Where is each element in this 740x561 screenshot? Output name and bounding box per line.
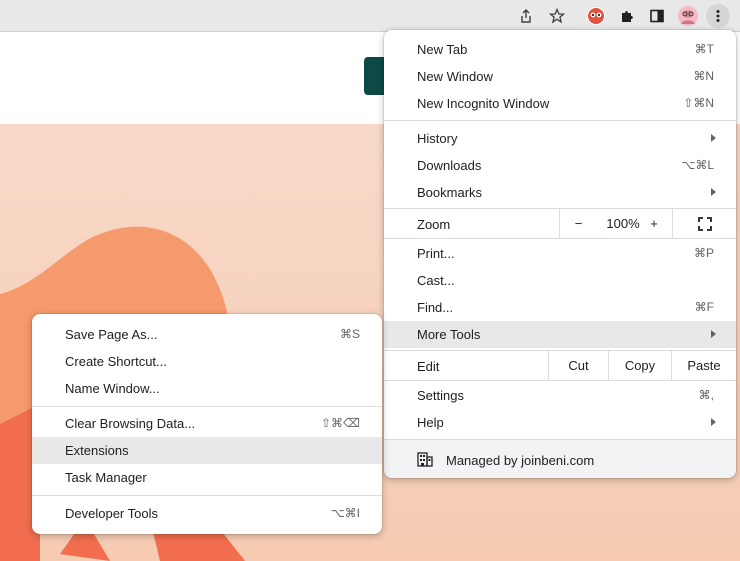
menu-item-bookmarks[interactable]: Bookmarks: [384, 179, 736, 206]
chrome-main-menu: New Tab ⌘T New Window ⌘N New Incognito W…: [384, 30, 736, 478]
submenu-arrow-icon: [711, 418, 716, 426]
menu-item-label: Clear Browsing Data...: [65, 416, 196, 431]
menu-item-label: Extensions: [65, 443, 129, 458]
menu-item-shortcut: ⇧⌘N: [683, 96, 714, 110]
menu-item-new-tab[interactable]: New Tab ⌘T: [384, 36, 736, 63]
zoom-out-button[interactable]: −: [559, 209, 597, 238]
menu-item-label: Print...: [417, 246, 455, 261]
menu-item-find[interactable]: Find... ⌘F: [384, 294, 736, 321]
menu-item-history[interactable]: History: [384, 125, 736, 152]
menu-item-label: Settings: [417, 388, 464, 403]
menu-item-shortcut: ⌘N: [693, 69, 714, 83]
menu-item-shortcut: ⌘F: [694, 300, 714, 314]
managed-by-label: Managed by joinbeni.com: [446, 453, 595, 468]
menu-item-label: Create Shortcut...: [65, 354, 167, 369]
cut-label: Cut: [568, 358, 589, 373]
menu-item-downloads[interactable]: Downloads ⌥⌘L: [384, 152, 736, 179]
menu-divider: [384, 238, 736, 239]
menu-item-label: Help: [417, 415, 444, 430]
menu-item-label: Task Manager: [65, 470, 147, 485]
submenu-item-name-window[interactable]: Name Window...: [32, 375, 382, 402]
menu-item-shortcut: ⇧⌘⌫: [320, 416, 360, 430]
side-panel-icon[interactable]: [645, 4, 669, 28]
bookmark-star-icon[interactable]: [545, 4, 569, 28]
menu-item-label: More Tools: [417, 327, 481, 342]
menu-item-shortcut: ⌥⌘I: [330, 506, 360, 520]
profile-avatar-icon[interactable]: [676, 4, 700, 28]
menu-item-label: New Window: [417, 69, 493, 84]
menu-item-more-tools[interactable]: More Tools: [384, 321, 736, 348]
menu-item-label: Downloads: [417, 158, 482, 173]
submenu-item-create-shortcut[interactable]: Create Shortcut...: [32, 348, 382, 375]
menu-item-label: Cast...: [417, 273, 455, 288]
managed-by-footer[interactable]: Managed by joinbeni.com: [384, 439, 736, 478]
menu-item-shortcut: ⌘S: [339, 327, 360, 341]
menu-row-zoom: Zoom − 100% +: [384, 209, 736, 238]
zoom-out-label: −: [574, 216, 583, 231]
menu-item-label: Find...: [417, 300, 454, 315]
menu-item-shortcut: ⌥⌘L: [681, 158, 714, 172]
extension-avatar-icon[interactable]: [584, 4, 608, 28]
menu-item-new-window[interactable]: New Window ⌘N: [384, 63, 736, 90]
more-tools-submenu: Save Page As... ⌘S Create Shortcut... Na…: [32, 314, 382, 534]
menu-item-settings[interactable]: Settings ⌘,: [384, 382, 736, 409]
menu-item-new-incognito-window[interactable]: New Incognito Window ⇧⌘N: [384, 90, 736, 117]
menu-divider: [32, 495, 382, 496]
menu-item-shortcut: ⌘T: [694, 42, 714, 56]
submenu-item-developer-tools[interactable]: Developer Tools ⌥⌘I: [32, 500, 382, 527]
copy-button[interactable]: Copy: [608, 351, 671, 380]
menu-item-label: Save Page As...: [65, 327, 158, 342]
fullscreen-button[interactable]: [672, 209, 736, 238]
zoom-value: 100%: [606, 216, 640, 231]
submenu-item-clear-browsing-data[interactable]: Clear Browsing Data... ⇧⌘⌫: [32, 410, 382, 437]
copy-label: Copy: [624, 358, 656, 373]
submenu-item-save-page-as[interactable]: Save Page As... ⌘S: [32, 321, 382, 348]
menu-row-edit: Edit Cut Copy Paste: [384, 351, 736, 380]
menu-divider: [384, 120, 736, 121]
puzzle-extensions-icon[interactable]: [615, 4, 639, 28]
menu-item-shortcut: ⌘,: [698, 388, 714, 402]
submenu-arrow-icon: [711, 330, 716, 338]
paste-button[interactable]: Paste: [671, 351, 736, 380]
menu-item-help[interactable]: Help: [384, 409, 736, 436]
menu-item-label: History: [417, 131, 458, 146]
menu-divider: [32, 406, 382, 407]
menu-divider: [384, 380, 736, 381]
submenu-item-extensions[interactable]: Extensions: [32, 437, 382, 464]
submenu-item-task-manager[interactable]: Task Manager: [32, 464, 382, 491]
submenu-arrow-icon: [711, 188, 716, 196]
submenu-arrow-icon: [711, 134, 716, 142]
zoom-in-label: +: [650, 216, 658, 231]
zoom-label: Zoom: [417, 217, 451, 232]
menu-item-label: Name Window...: [65, 381, 160, 396]
zoom-in-button[interactable]: +: [636, 209, 672, 238]
menu-item-label: Developer Tools: [65, 506, 158, 521]
menu-item-shortcut: ⌘P: [693, 246, 714, 260]
menu-item-cast[interactable]: Cast...: [384, 267, 736, 294]
menu-item-print[interactable]: Print... ⌘P: [384, 240, 736, 267]
kebab-menu-icon[interactable]: [706, 4, 730, 28]
share-icon[interactable]: [514, 4, 538, 28]
cut-button[interactable]: Cut: [548, 351, 608, 380]
fullscreen-icon: [697, 216, 712, 231]
menu-item-label: New Incognito Window: [417, 96, 550, 111]
building-icon: [417, 452, 433, 470]
edit-label: Edit: [417, 359, 440, 374]
browser-toolbar: [0, 0, 740, 32]
paste-label: Paste: [687, 358, 721, 373]
menu-item-label: Bookmarks: [417, 185, 483, 200]
menu-item-label: New Tab: [417, 42, 468, 57]
